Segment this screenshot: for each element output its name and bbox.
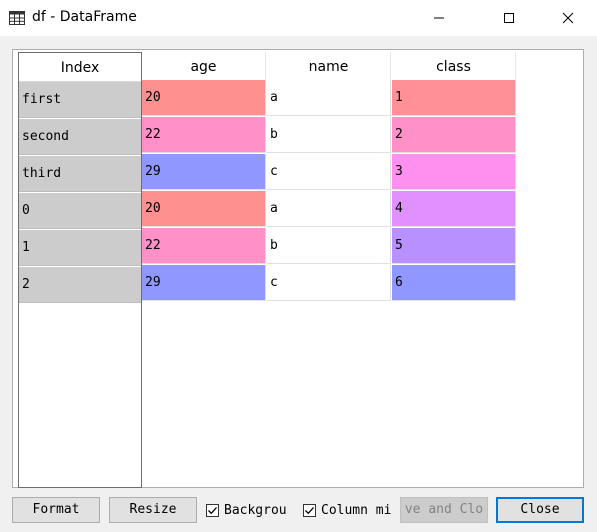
cell-class[interactable]: 2 [392, 117, 516, 153]
cell-name[interactable]: a [267, 191, 391, 227]
checkmark-icon [305, 506, 314, 514]
column-min-checkbox-label: Column mi [321, 502, 392, 518]
minimize-button[interactable] [416, 0, 462, 36]
minimize-icon [434, 17, 444, 19]
cell-name[interactable]: c [267, 154, 391, 190]
window-title: df - DataFrame [32, 9, 137, 25]
format-button[interactable]: Format [12, 497, 100, 523]
column-header-name[interactable]: name [267, 52, 391, 80]
cell-class[interactable]: 5 [392, 228, 516, 264]
close-window-button[interactable] [545, 0, 591, 36]
cell-class[interactable]: 6 [392, 265, 516, 301]
index-cell[interactable]: first [19, 82, 141, 118]
cell-age[interactable]: 29 [142, 265, 266, 301]
index-cell[interactable]: 1 [19, 230, 141, 266]
cell-class[interactable]: 1 [392, 80, 516, 116]
index-cell[interactable]: third [19, 156, 141, 192]
index-column: Index first second third 0 1 2 [18, 52, 142, 488]
background-checkbox-label: Backgrou [224, 502, 287, 518]
cell-name[interactable]: c [267, 265, 391, 301]
cell-class[interactable]: 4 [392, 191, 516, 227]
cell-name[interactable]: a [267, 80, 391, 116]
dataframe-table: Index first second third 0 1 2 age name … [12, 49, 584, 488]
cell-age[interactable]: 22 [142, 117, 266, 153]
close-button[interactable]: Close [496, 497, 584, 523]
save-and-close-button[interactable]: ve and Clo [400, 497, 488, 523]
cell-age[interactable]: 20 [142, 191, 266, 227]
cell-name[interactable]: b [267, 228, 391, 264]
column-header-class[interactable]: class [392, 52, 516, 80]
cell-age[interactable]: 22 [142, 228, 266, 264]
close-icon [562, 12, 574, 24]
cell-name[interactable]: b [267, 117, 391, 153]
column-header-age[interactable]: age [142, 52, 266, 80]
checkbox-box[interactable] [303, 503, 316, 517]
cell-age[interactable]: 29 [142, 154, 266, 190]
index-header[interactable]: Index [19, 53, 141, 82]
title-bar: df - DataFrame [0, 0, 597, 36]
maximize-icon [504, 13, 514, 23]
cell-class[interactable]: 3 [392, 154, 516, 190]
checkmark-icon [208, 506, 217, 514]
index-cell[interactable]: second [19, 119, 141, 155]
background-checkbox[interactable]: Backgrou [206, 497, 295, 523]
cell-age[interactable]: 20 [142, 80, 266, 116]
index-cell[interactable]: 2 [19, 267, 141, 303]
checkbox-box[interactable] [206, 503, 219, 517]
column-min-checkbox[interactable]: Column mi [303, 497, 392, 523]
index-cell[interactable]: 0 [19, 193, 141, 229]
maximize-button[interactable] [486, 0, 532, 36]
table-icon [9, 11, 25, 25]
resize-button[interactable]: Resize [109, 497, 197, 523]
